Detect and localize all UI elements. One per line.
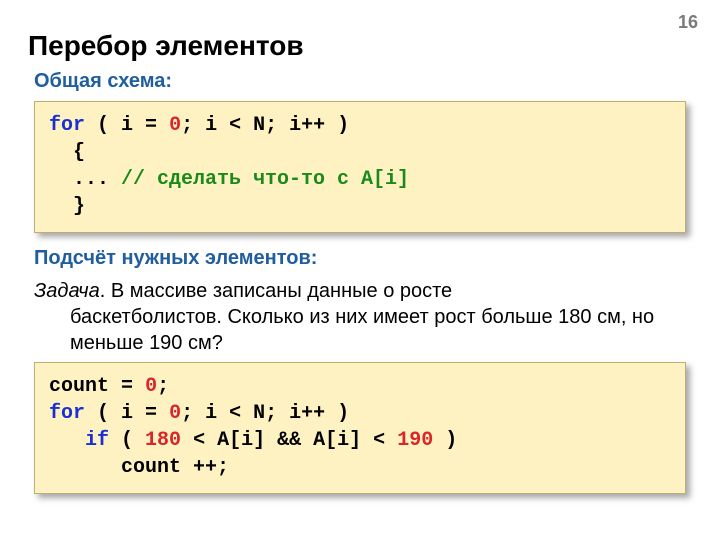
subhead-scheme: Общая схема:: [34, 70, 692, 93]
code-text: ): [433, 429, 457, 452]
task-rest: баскетболистов. Сколько из них имеет рос…: [34, 304, 692, 356]
code-text: <: [193, 429, 205, 452]
code-text: [157, 114, 169, 137]
page-title: Перебор элементов: [28, 30, 692, 62]
num-180: 180: [145, 429, 181, 452]
num-zero: 0: [169, 114, 181, 137]
code-text: ( i: [85, 402, 133, 425]
code-text: count ++;: [49, 456, 229, 479]
code-text: [205, 429, 217, 452]
task-label: Задача: [34, 280, 100, 302]
code-text: [385, 429, 397, 452]
code-text: [241, 114, 253, 137]
code-block-count: count = 0; for ( i = 0; i < N; i++ ) if …: [34, 362, 686, 494]
code-text: ; i: [181, 402, 217, 425]
code-text: count: [49, 375, 109, 398]
task-line1: В массиве записаны данные о росте: [111, 280, 452, 302]
code-text: [361, 429, 373, 452]
code-text: [133, 375, 145, 398]
task-dot: .: [100, 280, 111, 302]
code-text: [133, 402, 145, 425]
num-zero: 0: [169, 402, 181, 425]
code-comment: // сделать что-то с A[i]: [121, 168, 409, 191]
code-text: [109, 375, 121, 398]
code-text: <: [229, 114, 241, 137]
code-text: =: [145, 114, 157, 137]
code-text: [49, 429, 85, 452]
code-text: [217, 402, 229, 425]
code-text: N; i++ ): [253, 402, 349, 425]
code-text: <: [373, 429, 385, 452]
code-text: }: [49, 195, 85, 218]
num-190: 190: [397, 429, 433, 452]
task-text: Задача. В массиве записаны данные о рост…: [34, 278, 692, 356]
code-text: [217, 114, 229, 137]
kw-for: for: [49, 402, 85, 425]
subhead-count: Подсчёт нужных элементов:: [34, 247, 692, 270]
code-text: =: [145, 402, 157, 425]
code-text: <: [229, 402, 241, 425]
code-text: ...: [49, 168, 121, 191]
code-text: [157, 402, 169, 425]
code-text: (: [109, 429, 145, 452]
code-text: [133, 114, 145, 137]
code-text: ( i: [85, 114, 133, 137]
num-zero: 0: [145, 375, 157, 398]
code-text: [181, 429, 193, 452]
code-text: N; i++ ): [253, 114, 349, 137]
code-text: ;: [157, 375, 169, 398]
code-text: =: [121, 375, 133, 398]
code-text: [241, 402, 253, 425]
kw-for: for: [49, 114, 85, 137]
code-text: A[i] && A[i]: [217, 429, 361, 452]
slide: Перебор элементов Общая схема: for ( i =…: [0, 0, 720, 494]
code-text: ; i: [181, 114, 217, 137]
kw-if: if: [85, 429, 109, 452]
code-text: {: [49, 141, 85, 164]
page-number: 16: [678, 12, 698, 33]
code-block-scheme: for ( i = 0; i < N; i++ ) { ... // сдела…: [34, 101, 686, 233]
